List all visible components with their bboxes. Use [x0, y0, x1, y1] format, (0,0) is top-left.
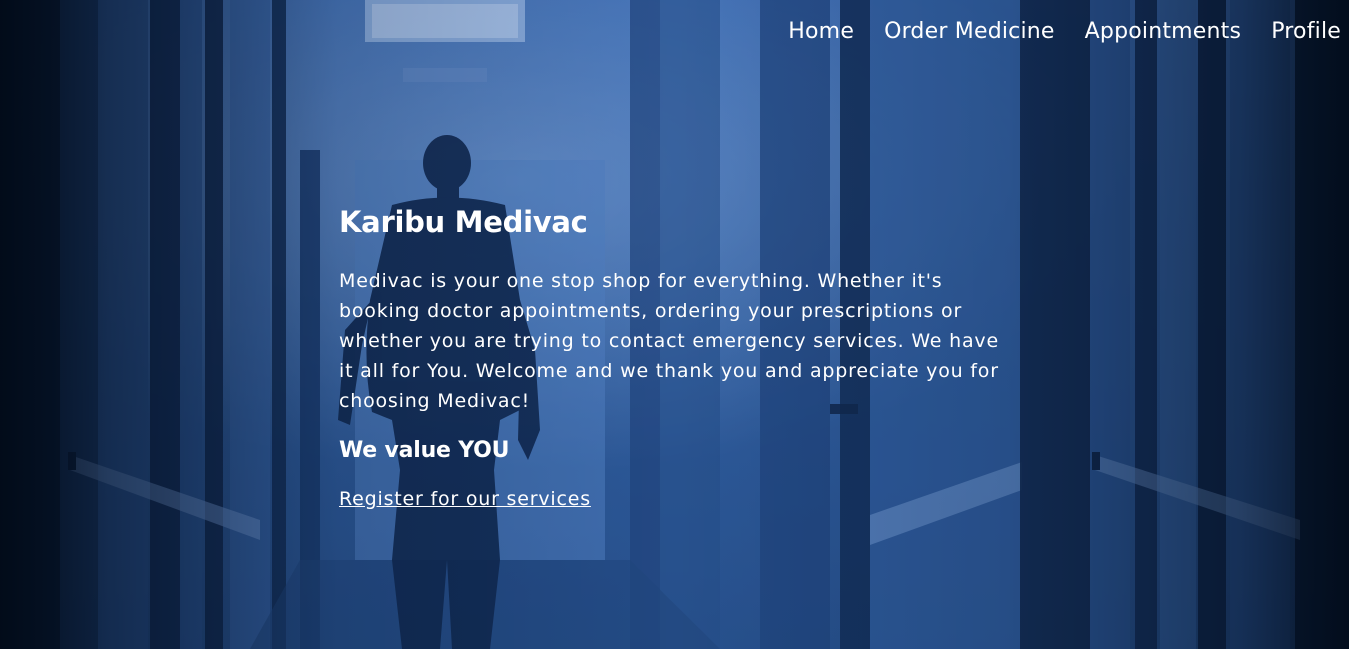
hero-tagline: We value YOU [339, 438, 510, 463]
top-nav: Home Order Medicine Appointments Profile [788, 15, 1349, 49]
nav-link-appointments[interactable]: Appointments [1085, 15, 1242, 49]
hero-intro-text: Medivac is your one stop shop for everyt… [339, 270, 999, 412]
nav-link-home[interactable]: Home [788, 15, 854, 49]
nav-link-order-medicine[interactable]: Order Medicine [884, 15, 1055, 49]
register-services-link[interactable]: Register for our services [339, 488, 591, 510]
hero-content: Karibu Medivac Medivac is your one stop … [339, 200, 1019, 514]
hero-section: Home Order Medicine Appointments Profile… [0, 0, 1349, 649]
hero-title: Karibu Medivac [339, 205, 588, 239]
nav-link-profile[interactable]: Profile [1271, 15, 1341, 49]
